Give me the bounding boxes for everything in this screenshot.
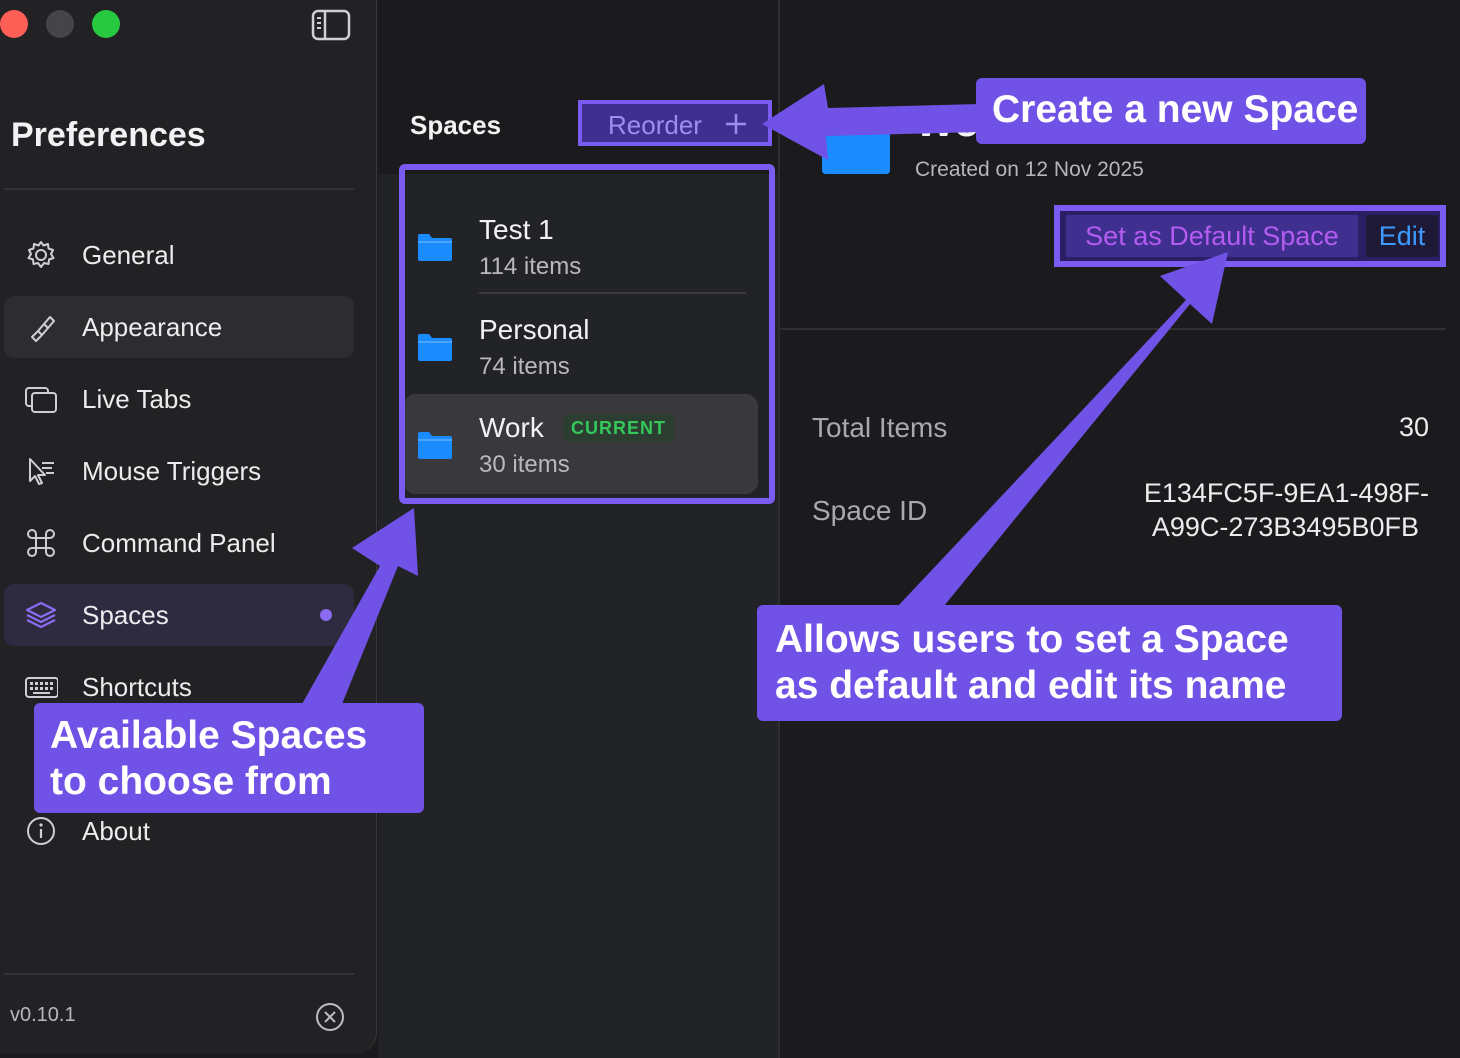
gear-icon [27,241,55,268]
layers-icon [25,601,57,629]
command-icon [27,529,55,557]
detail-divider [780,328,1460,330]
sidebar-item-label: Spaces [82,599,169,630]
plus-icon[interactable] [722,110,750,138]
annotation-available-spaces: Available Spaces to choose from [34,703,424,813]
sidebar-item-live-tabs[interactable]: Live Tabs [4,368,354,430]
spaces-list-highlight [399,164,775,504]
sidebar-item-spaces[interactable]: Spaces [4,584,354,646]
sidebar-item-general[interactable]: General [4,224,354,286]
space-id-label: Space ID [812,495,928,526]
selected-indicator-dot [320,609,332,621]
folder-icon [822,122,890,174]
column-divider [778,0,780,1058]
sidebar-item-label: Command Panel [82,527,276,558]
zoom-window-button[interactable] [92,10,120,38]
keyboard-icon [25,677,58,698]
sidebar-toggle-icon[interactable] [311,9,351,41]
paintbrush-icon [31,316,55,342]
tabs-icon [25,387,57,413]
minimize-window-button[interactable] [46,10,74,38]
annotation-create-space: Create a new Space [976,78,1366,144]
sidebar-divider [4,188,354,190]
close-window-button[interactable] [0,10,28,38]
sidebar-item-label: Mouse Triggers [82,455,262,486]
space-created-date: Created on 12 Nov 2025 [915,158,1144,181]
sidebar-item-label: Appearance [82,311,223,342]
sidebar-item-label: General [82,239,175,270]
info-icon [27,817,55,845]
sidebar-item-label: Shortcuts [82,671,192,702]
space-id-value-line2: A99C-273B3495B0FB [1151,512,1419,542]
arrow-to-default-edit [898,252,1228,606]
version-label: v0.10.1 [10,1004,76,1026]
window-edge [1446,0,1460,1058]
reorder-add-toolbar: Reorder [578,100,772,146]
sidebar: Preferences General Appearance Live Tabs [0,0,377,1054]
close-circle-icon[interactable] [315,1002,345,1032]
sidebar-item-label: Live Tabs [82,383,192,414]
sidebar-item-appearance[interactable]: Appearance [4,296,354,358]
edit-space-button[interactable]: Edit [1366,215,1438,257]
sidebar-item-mouse-triggers[interactable]: Mouse Triggers [4,440,354,502]
sidebar-item-command-panel[interactable]: Command Panel [4,512,354,574]
page-title: Preferences [11,116,206,154]
cursor-click-icon [29,458,54,485]
reorder-button[interactable]: Reorder [608,110,702,141]
annotation-default-edit: Allows users to set a Space as default a… [757,605,1342,721]
spaces-panel-title: Spaces [410,110,502,140]
total-items-value: 30 [1398,412,1429,442]
sidebar-item-label: About [82,815,150,846]
total-items-label: Total Items [812,412,948,443]
sidebar-footer-divider [4,973,354,975]
default-edit-toolbar: Set as Default Space Edit [1054,205,1446,267]
set-default-space-button[interactable]: Set as Default Space [1066,215,1358,257]
space-id-value-line1: E134FC5F-9EA1-498F- [1143,478,1429,508]
